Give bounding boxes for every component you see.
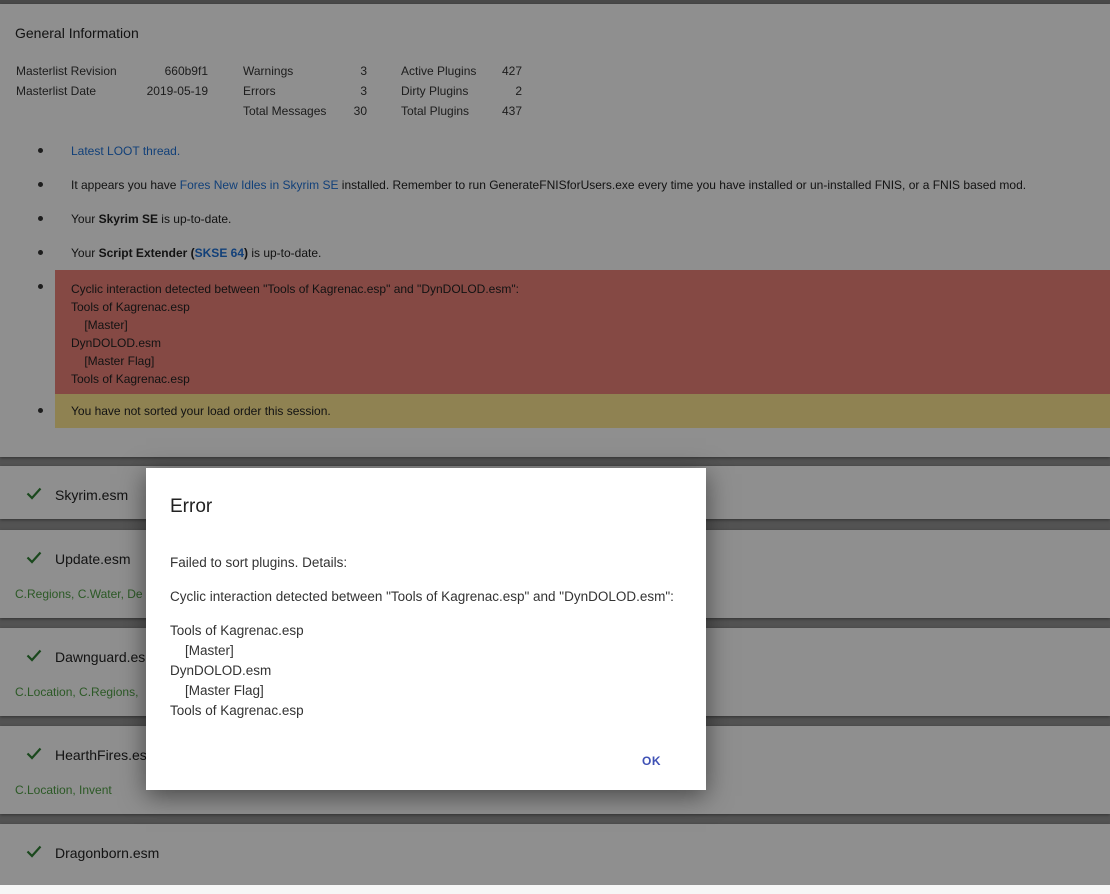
ok-button[interactable]: OK [638,752,665,770]
dialog-title: Error [170,496,213,517]
dialog-cycle-chain: Tools of Kagrenac.esp [Master] DynDOLOD.… [170,623,304,718]
dialog-intro: Failed to sort plugins. Details: [170,555,348,570]
error-dialog: Error Failed to sort plugins. Details: C… [146,468,706,790]
dialog-cyclic-message: Cyclic interaction detected between "Too… [170,589,674,604]
